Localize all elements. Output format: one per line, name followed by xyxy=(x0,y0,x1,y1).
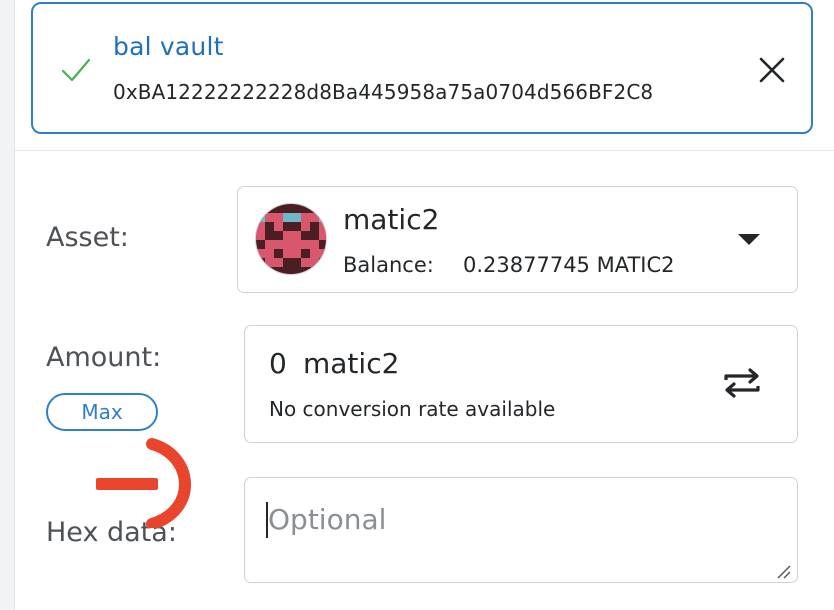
recipient-address: 0xBA12222222228d8Ba445958a75a0704d566BF2… xyxy=(113,80,654,104)
resize-handle-icon[interactable] xyxy=(776,564,792,580)
hex-data-label: Hex data: xyxy=(46,517,177,548)
asset-balance-label: Balance: xyxy=(343,253,434,277)
conversion-rate-text: No conversion rate available xyxy=(269,397,556,421)
token-identicon xyxy=(255,203,327,275)
amount-label: Amount: xyxy=(46,342,162,373)
amount-value[interactable]: 0 xyxy=(269,347,287,380)
asset-label: Asset: xyxy=(46,222,129,253)
amount-input[interactable] xyxy=(244,325,798,443)
recipient-card xyxy=(31,2,813,134)
panel-divider xyxy=(14,150,834,151)
check-icon xyxy=(61,58,91,82)
close-icon[interactable] xyxy=(758,56,786,84)
asset-balance-value: 0.23877745 MATIC2 xyxy=(463,253,675,277)
recipient-name: bal vault xyxy=(113,32,224,61)
caret-down-icon[interactable] xyxy=(738,234,760,245)
hex-data-placeholder: Optional xyxy=(268,503,387,536)
swap-icon[interactable] xyxy=(718,367,766,399)
amount-unit: matic2 xyxy=(303,347,400,380)
max-button[interactable]: Max xyxy=(46,393,158,431)
asset-token-name: matic2 xyxy=(343,203,440,236)
